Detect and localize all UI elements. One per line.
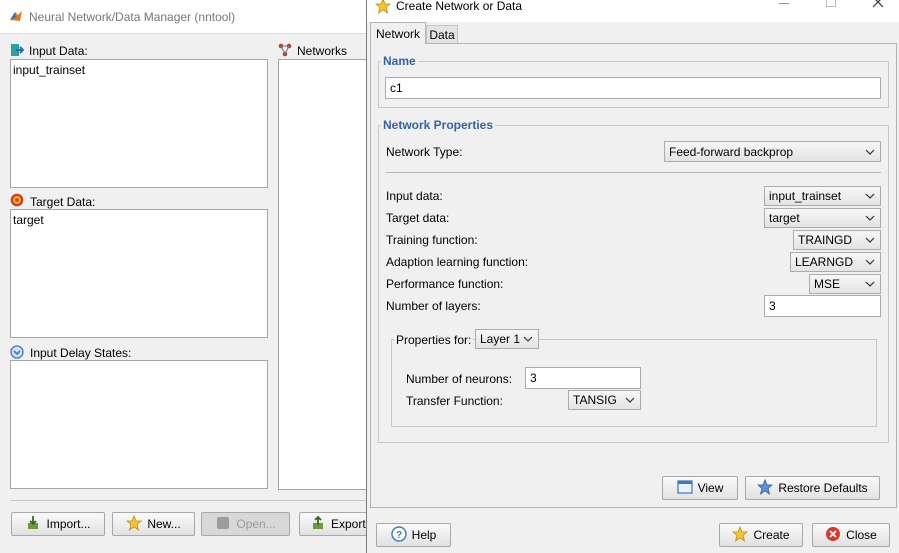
maximize-icon[interactable] <box>826 0 836 7</box>
input-data-select-value: input_trainset <box>769 189 842 203</box>
network-type-value: Feed-forward backprop <box>669 144 794 159</box>
chevron-down-icon <box>865 259 875 265</box>
chevron-down-icon <box>865 215 875 221</box>
network-properties-group-title: Network Properties <box>381 118 496 132</box>
chevron-down-icon <box>865 281 875 287</box>
view-button-label: View <box>697 481 724 495</box>
performance-function-row-label: Performance function: <box>386 277 504 291</box>
dialog-star-icon <box>374 0 392 17</box>
open-button[interactable]: Open... <box>201 512 290 536</box>
training-function-select[interactable]: TRAINGD <box>793 230 881 250</box>
open-button-label: Open... <box>236 517 276 531</box>
nntool-title-bar[interactable]: Neural Network/Data Manager (nntool) <box>0 0 366 34</box>
layer-select-value: Layer 1 <box>480 332 521 346</box>
number-of-layers-label: Number of layers: <box>386 299 481 313</box>
name-group-title: Name <box>381 54 418 68</box>
number-of-neurons-label: Number of neurons: <box>406 372 513 386</box>
dialog-title-bar[interactable]: Create Network or Data <box>367 0 899 22</box>
export-button-label: Export <box>331 517 366 531</box>
close-button[interactable]: Close <box>812 523 890 547</box>
create-button-label: Create <box>753 528 790 542</box>
target-data-label: Target Data: <box>30 195 96 209</box>
tab-data[interactable]: Data <box>426 25 458 44</box>
help-button-label: Help <box>411 528 437 542</box>
properties-divider <box>386 172 881 173</box>
target-data-select[interactable]: target <box>764 208 881 228</box>
input-data-list[interactable]: input_trainset <box>10 59 268 188</box>
training-function-value: TRAINGD <box>798 233 852 247</box>
export-icon <box>310 515 326 534</box>
input-data-label: Input Data: <box>29 44 88 58</box>
dialog-title: Create Network or Data <box>396 0 523 13</box>
nntool-window-title: Neural Network/Data Manager (nntool) <box>29 10 236 24</box>
manager-separator <box>10 500 366 501</box>
chevron-down-icon <box>865 193 875 199</box>
network-type-select[interactable]: Feed-forward backprop <box>664 141 881 162</box>
close-button-label: Close <box>846 528 877 542</box>
open-icon <box>215 515 231 534</box>
new-star-icon <box>126 514 143 534</box>
close-icon <box>825 526 841 545</box>
chevron-down-icon <box>865 149 875 155</box>
input-delay-label: Input Delay States: <box>30 346 132 360</box>
networks-label: Networks <box>297 44 348 58</box>
view-button[interactable]: View <box>662 476 738 500</box>
performance-function-select[interactable]: MSE <box>809 274 881 294</box>
tab-network-label: Network <box>375 26 420 41</box>
minimize-icon[interactable] <box>779 3 789 4</box>
properties-for-label: Properties for: <box>394 333 474 347</box>
input-data-row-label: Input data: <box>386 189 443 203</box>
performance-function-value: MSE <box>814 277 841 291</box>
transfer-function-value: TANSIG <box>573 393 617 407</box>
input-delay-list[interactable] <box>10 360 268 489</box>
target-data-list[interactable]: target <box>10 209 268 338</box>
number-of-neurons-input[interactable]: 3 <box>525 367 641 389</box>
create-button[interactable]: Create <box>719 523 803 547</box>
tab-network[interactable]: Network <box>370 22 426 44</box>
import-icon <box>25 515 41 534</box>
help-button[interactable]: ? Help <box>376 523 451 547</box>
adaption-function-value: LEARNGD <box>795 255 854 269</box>
network-name-input[interactable]: c1 <box>385 77 881 99</box>
number-of-layers-input[interactable]: 3 <box>764 295 881 317</box>
transfer-function-label: Transfer Function: <box>406 394 503 408</box>
tab-data-label: Data <box>429 28 455 42</box>
help-icon: ? <box>390 525 407 545</box>
target-data-select-value: target <box>769 211 800 225</box>
layer-select[interactable]: Layer 1 <box>475 329 539 349</box>
restore-defaults-button[interactable]: Restore Defaults <box>745 476 880 500</box>
restore-star-icon <box>757 478 774 498</box>
matlab-logo-icon <box>9 9 23 23</box>
restore-defaults-label: Restore Defaults <box>778 481 868 495</box>
adaption-function-select[interactable]: LEARNGD <box>790 252 881 272</box>
training-function-row-label: Training function: <box>386 233 478 247</box>
networks-list[interactable] <box>278 59 368 490</box>
networks-icon <box>278 43 292 60</box>
target-data-row-label: Target data: <box>386 211 450 225</box>
input-data-select[interactable]: input_trainset <box>764 186 881 206</box>
chevron-down-icon <box>625 397 635 403</box>
network-type-label: Network Type: <box>386 145 463 159</box>
new-button-label: New... <box>147 517 181 531</box>
svg-text:?: ? <box>396 530 402 541</box>
chevron-down-icon <box>865 237 875 243</box>
adaption-function-row-label: Adaption learning function: <box>386 255 529 269</box>
create-network-dialog: Create Network or Data Network Data Name… <box>366 0 899 553</box>
target-data-icon <box>10 193 24 210</box>
list-item[interactable]: input_trainset <box>11 60 267 80</box>
input-data-icon <box>10 43 25 60</box>
import-button-label: Import... <box>46 517 91 531</box>
list-item[interactable]: target <box>11 210 267 230</box>
transfer-function-select[interactable]: TANSIG <box>568 390 641 410</box>
nntool-window: Neural Network/Data Manager (nntool) Inp… <box>0 0 379 553</box>
import-button[interactable]: Import... <box>11 512 105 536</box>
view-icon <box>676 479 693 497</box>
close-window-icon[interactable] <box>872 0 884 11</box>
chevron-down-icon <box>523 336 533 342</box>
new-button[interactable]: New... <box>112 512 195 536</box>
create-star-icon <box>732 525 749 545</box>
